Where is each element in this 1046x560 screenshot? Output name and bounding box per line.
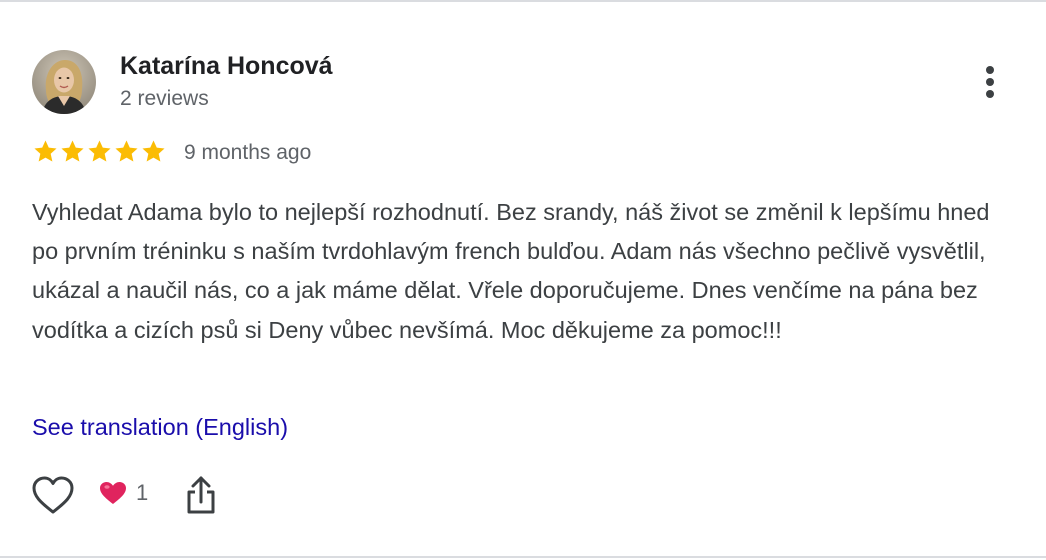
share-icon bbox=[187, 476, 215, 514]
red-heart-icon bbox=[100, 482, 126, 504]
see-translation-link[interactable]: See translation (English) bbox=[32, 410, 288, 444]
star-icon bbox=[115, 140, 138, 162]
author-review-count: 2 reviews bbox=[120, 87, 209, 110]
top-divider bbox=[0, 0, 1046, 2]
bottom-divider bbox=[0, 556, 1046, 558]
star-icon bbox=[142, 140, 165, 162]
review-text: Vyhledat Adama bylo to nejlepší rozhodnu… bbox=[32, 199, 990, 343]
star-icon bbox=[61, 140, 84, 162]
star-rating bbox=[32, 138, 167, 165]
star-icon bbox=[34, 140, 57, 162]
share-button[interactable] bbox=[184, 474, 218, 516]
review-time: 9 months ago bbox=[184, 141, 312, 164]
like-button[interactable] bbox=[30, 474, 76, 516]
heart-outline-icon bbox=[32, 476, 74, 514]
more-options-button[interactable] bbox=[970, 60, 1010, 104]
author-name[interactable]: Katarína Honcová bbox=[120, 50, 333, 82]
star-icon bbox=[88, 140, 111, 162]
avatar-image bbox=[32, 50, 96, 114]
reaction-count: 1 bbox=[136, 480, 149, 505]
reaction-button[interactable]: 1 bbox=[98, 478, 148, 508]
avatar[interactable] bbox=[32, 50, 96, 114]
more-vert-icon bbox=[986, 66, 994, 98]
